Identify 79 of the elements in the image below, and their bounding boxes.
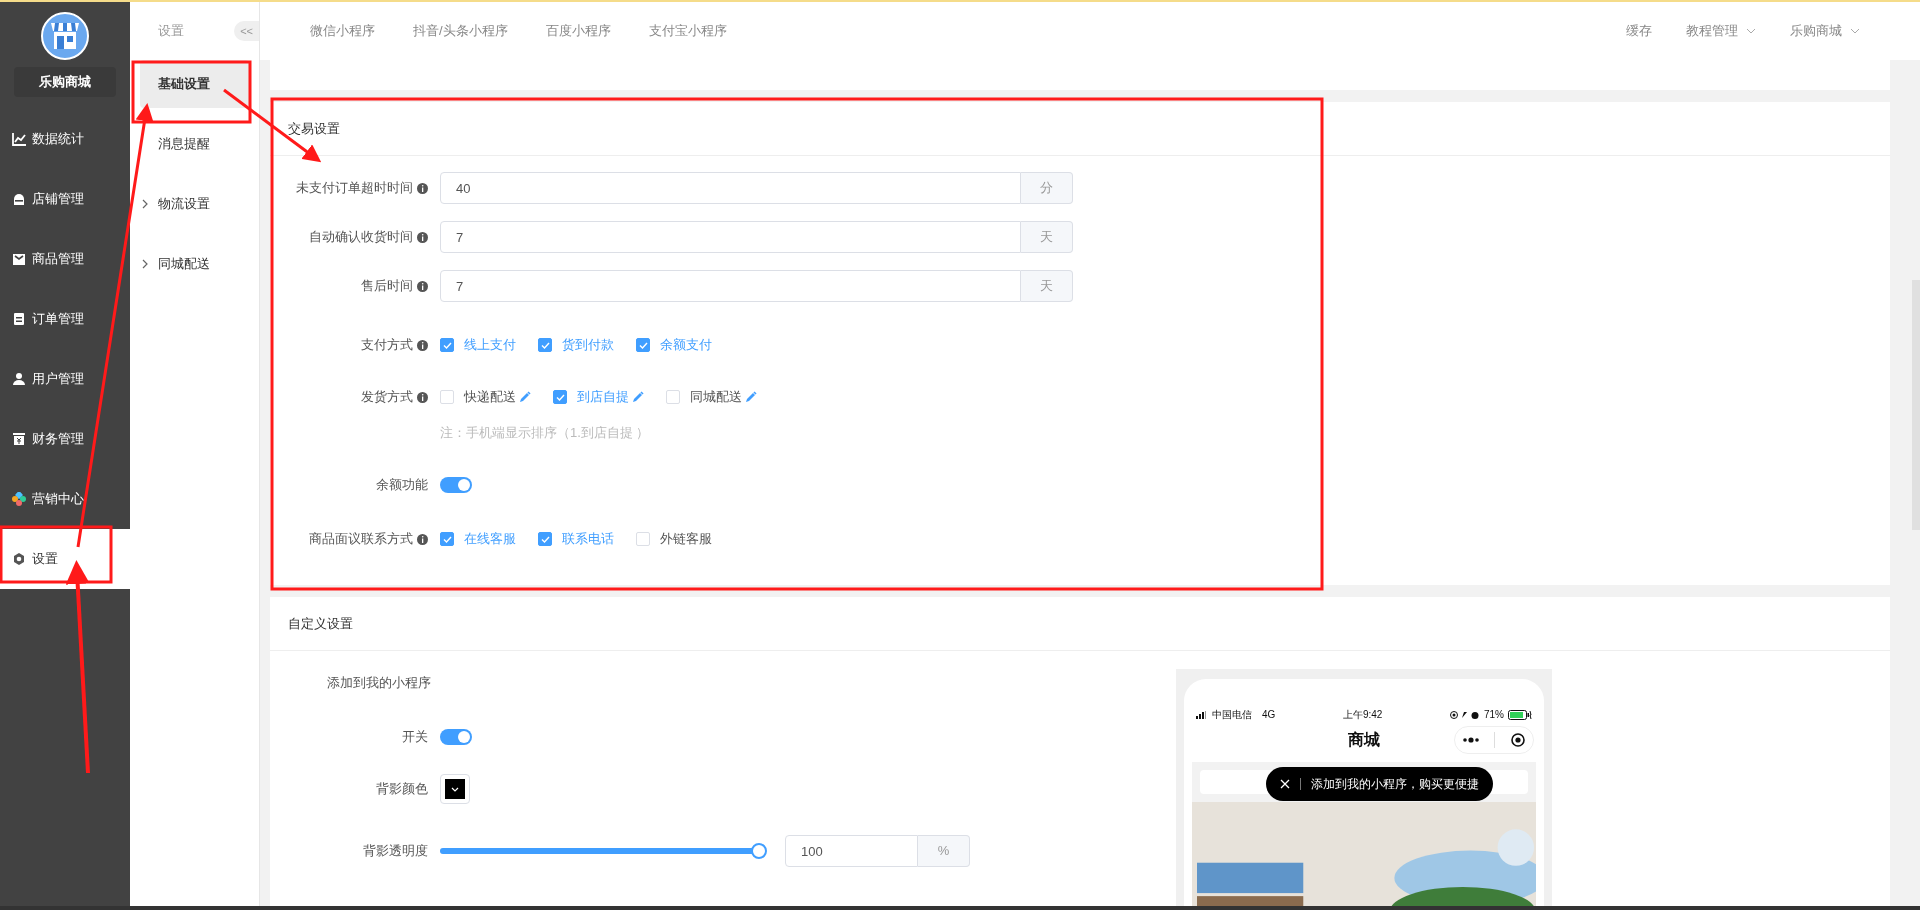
unit-label: 分 <box>1021 172 1073 204</box>
sidebar-item[interactable]: 数据统计 <box>0 109 130 169</box>
sub-nav-item[interactable]: 同城配送 <box>140 240 249 288</box>
checkbox[interactable] <box>440 338 454 352</box>
field-label: 开关 <box>402 728 428 747</box>
sidebar-item[interactable]: 用户管理 <box>0 349 130 409</box>
sidebar-item[interactable]: 营销中心 <box>0 469 130 529</box>
clipboard-icon <box>12 312 26 326</box>
envelope-icon <box>12 252 26 266</box>
section-title: 设置 <box>158 22 184 41</box>
checkbox[interactable] <box>538 338 552 352</box>
signal-icon <box>1196 710 1208 719</box>
sub-nav-item[interactable]: 基础设置 <box>140 60 249 108</box>
status-time: 上午9:42 <box>1342 708 1383 722</box>
platform-tab[interactable]: 抖音/头条小程序 <box>413 21 508 41</box>
option-label[interactable]: 快递配送 <box>464 387 516 407</box>
shop-icon <box>12 192 26 206</box>
sidebar-item[interactable]: 财务管理 <box>0 409 130 469</box>
yen-box-icon <box>12 432 26 446</box>
shop-logo-icon <box>41 12 89 60</box>
top-link[interactable]: 缓存 <box>1626 21 1652 41</box>
sidebar-item[interactable]: 订单管理 <box>0 289 130 349</box>
tooltip-text: 添加到我的小程序，购买更便捷 <box>1311 776 1479 793</box>
option-label[interactable]: 同城配送 <box>690 387 742 407</box>
checkbox[interactable] <box>440 532 454 546</box>
colorful-dots-icon <box>12 492 26 506</box>
field-label: 背影颜色 <box>376 780 428 799</box>
dropdown-menu[interactable]: 教程管理 <box>1686 21 1756 41</box>
unit-label: % <box>918 835 970 867</box>
pencil-icon[interactable] <box>745 391 757 403</box>
carrier-name: 中国电信 <box>1212 708 1252 722</box>
close-icon[interactable] <box>1280 779 1290 789</box>
battery-icon <box>1508 709 1532 720</box>
checkbox[interactable] <box>538 532 552 546</box>
pencil-icon[interactable] <box>632 391 644 403</box>
field-label: 自动确认收货时间 <box>309 228 413 247</box>
input-field[interactable]: 7 <box>440 221 1021 253</box>
user-icon <box>12 372 26 386</box>
sidebar-item[interactable]: 店铺管理 <box>0 169 130 229</box>
hint-text: 注：手机端显示排序（1.到店自提 ） <box>440 424 650 443</box>
dropdown-menu[interactable]: 乐购商城 <box>1790 21 1860 41</box>
card-title: 自定义设置 <box>288 614 353 633</box>
chevron-down-icon <box>451 786 459 792</box>
unit-label: 天 <box>1021 270 1073 302</box>
sidebar-item[interactable]: 商品管理 <box>0 229 130 289</box>
platform-tab[interactable]: 百度小程序 <box>545 21 611 41</box>
page-title: 商城 <box>1348 730 1380 750</box>
checkbox[interactable] <box>636 338 650 352</box>
unit-label: 天 <box>1021 221 1073 253</box>
input-field[interactable]: 40 <box>440 172 1021 204</box>
toggle-switch[interactable] <box>440 729 472 745</box>
field-label: 余额功能 <box>376 476 428 495</box>
more-icon[interactable] <box>1462 737 1479 743</box>
section-subtitle: 添加到我的小程序 <box>326 674 432 692</box>
card-title: 交易设置 <box>288 119 340 138</box>
field-label: 未支付订单超时时间 <box>296 179 413 198</box>
platform-tab[interactable]: 微信小程序 <box>310 21 375 41</box>
field-label: 发货方式 <box>361 388 413 407</box>
store-name: 乐购商城 <box>14 67 116 97</box>
platform-tab[interactable]: 支付宝小程序 <box>648 21 727 41</box>
sub-nav-item[interactable]: 消息提醒 <box>140 120 249 168</box>
toggle-switch[interactable] <box>440 477 472 493</box>
sub-nav-item[interactable]: 物流设置 <box>140 180 249 228</box>
battery-level: 71% <box>1483 708 1504 722</box>
status-icons <box>1449 709 1480 720</box>
slider-thumb[interactable] <box>751 843 767 859</box>
gear-icon <box>12 552 26 566</box>
network-type: 4G <box>1262 708 1276 722</box>
field-label: 背影透明度 <box>363 842 428 861</box>
option-label[interactable]: 外链客服 <box>660 529 712 549</box>
input-field[interactable]: 7 <box>440 270 1021 302</box>
pencil-icon[interactable] <box>519 391 531 403</box>
field-label: 售后时间 <box>361 277 413 296</box>
checkbox[interactable] <box>553 390 567 404</box>
field-label: 商品面议联系方式 <box>309 530 413 549</box>
target-icon[interactable] <box>1511 733 1526 747</box>
field-label: 支付方式 <box>361 336 413 355</box>
input-field[interactable]: 100 <box>785 835 918 867</box>
line-chart-icon <box>12 132 26 146</box>
